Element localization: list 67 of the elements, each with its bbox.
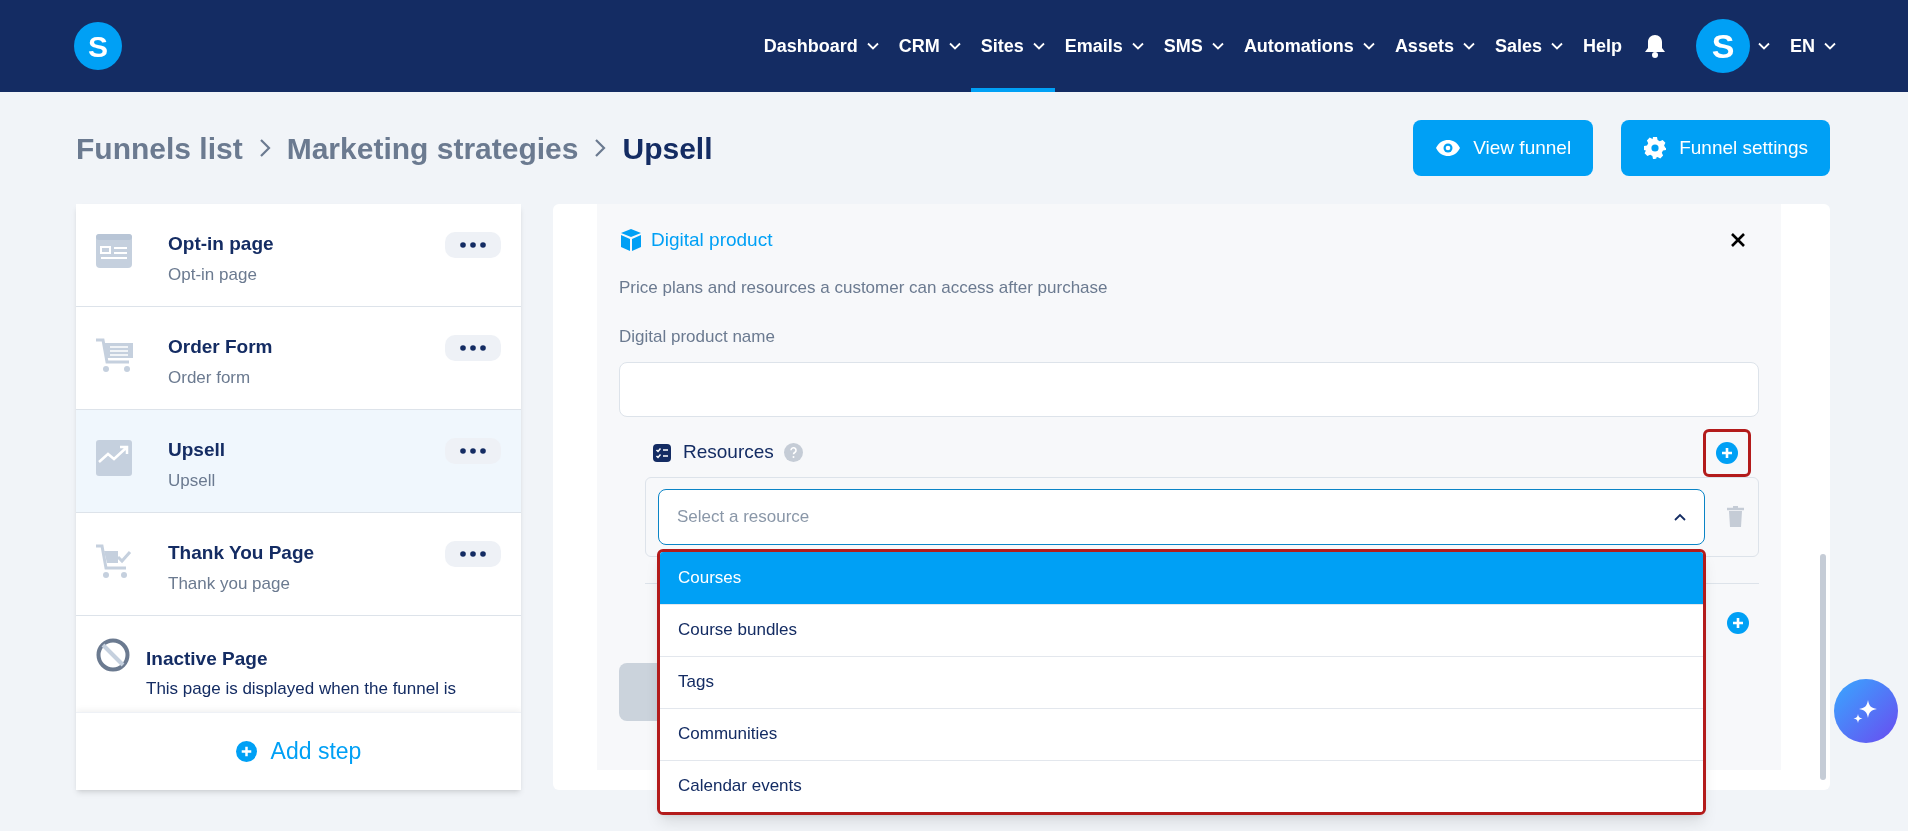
more-dots-icon (460, 551, 486, 557)
box-icon (619, 228, 643, 253)
cart-check-icon (96, 543, 132, 579)
step-title: Thank You Page (168, 541, 315, 565)
more-dots-icon (460, 345, 486, 351)
caret-down-icon (1758, 42, 1770, 50)
nav-menu-item[interactable]: Sales (1484, 0, 1573, 92)
product-name-field[interactable] (619, 361, 1759, 417)
more-options-button[interactable] (445, 438, 501, 464)
dropdown-option[interactable]: Tags (660, 655, 1703, 708)
nav-menu-item[interactable]: CRM (888, 0, 971, 92)
section-label: Resources (683, 440, 774, 465)
step-title: Order Form (168, 335, 273, 359)
eye-icon (1435, 139, 1462, 157)
bell-icon[interactable] (1644, 34, 1666, 58)
funnel-step[interactable]: Opt-in page Opt-in page (76, 204, 521, 307)
funnel-step[interactable]: Upsell Upsell (76, 410, 521, 513)
nav-menu-item[interactable]: Dashboard (753, 0, 889, 92)
card-title: Digital product (651, 228, 773, 252)
dropdown-option[interactable]: Communities (660, 707, 1703, 760)
breadcrumb-item[interactable]: Funnels list (76, 125, 243, 171)
caret-up-icon (1674, 512, 1686, 521)
plus-circle-icon (1727, 612, 1749, 634)
nav-menu-item[interactable]: Automations (1233, 0, 1385, 92)
step-subtitle: Thank you page (168, 573, 291, 595)
dropdown-option[interactable]: Course bundles (660, 603, 1703, 656)
step-title: Upsell (168, 438, 226, 462)
add-item-button[interactable] (1725, 610, 1751, 636)
chart-up-icon (96, 440, 132, 476)
form-page-icon (96, 234, 132, 268)
nav-menu-item[interactable]: Help (1572, 0, 1632, 92)
more-options-button[interactable] (445, 541, 501, 567)
more-dots-icon (460, 242, 486, 248)
step-subtitle: Opt-in page (168, 264, 258, 286)
gear-icon (1643, 136, 1668, 160)
step-title: Inactive Page (146, 647, 269, 671)
more-options-button[interactable] (445, 232, 501, 258)
help-icon (783, 443, 803, 462)
close-icon[interactable] (1731, 233, 1745, 248)
field-label: Digital product name (619, 326, 776, 348)
add-resource-button[interactable] (1703, 428, 1751, 477)
nav-menu-item[interactable]: Sites (970, 0, 1055, 92)
plus-circle-icon (1716, 441, 1738, 464)
nav-menu-item[interactable]: Emails (1054, 0, 1154, 92)
step-title: Opt-in page (168, 232, 274, 256)
card-description: Price plans and resources a customer can access after purchase (619, 276, 1109, 299)
nav-menu-item[interactable]: Assets (1384, 0, 1485, 92)
nav-menu-item[interactable]: SMS (1153, 0, 1234, 92)
language-selector[interactable]: EN (1790, 32, 1836, 60)
more-options-button[interactable] (445, 335, 501, 361)
more-dots-icon (460, 448, 486, 454)
breadcrumb-item: Upsell (622, 130, 713, 167)
cart-icon (96, 337, 134, 373)
plus-circle-icon (235, 741, 257, 762)
breadcrumb-item[interactable]: Marketing strategies (286, 125, 579, 171)
checklist-icon (653, 443, 671, 462)
step-subtitle: Order form (168, 367, 252, 389)
step-description: This page is displayed when the funnel is (146, 678, 456, 700)
funnel-step[interactable]: Order Form Order form (76, 307, 521, 410)
chevron-right-icon (594, 138, 607, 158)
scrollbar-thumb[interactable] (1820, 554, 1826, 780)
funnel-step[interactable]: Thank You Page Thank you page (76, 513, 521, 616)
chevron-right-icon (258, 138, 271, 158)
caret-down-icon (1824, 42, 1836, 50)
blocked-icon (96, 638, 130, 672)
dropdown-option[interactable]: Calendar events (660, 759, 1703, 812)
step-subtitle: Upsell (168, 470, 217, 492)
